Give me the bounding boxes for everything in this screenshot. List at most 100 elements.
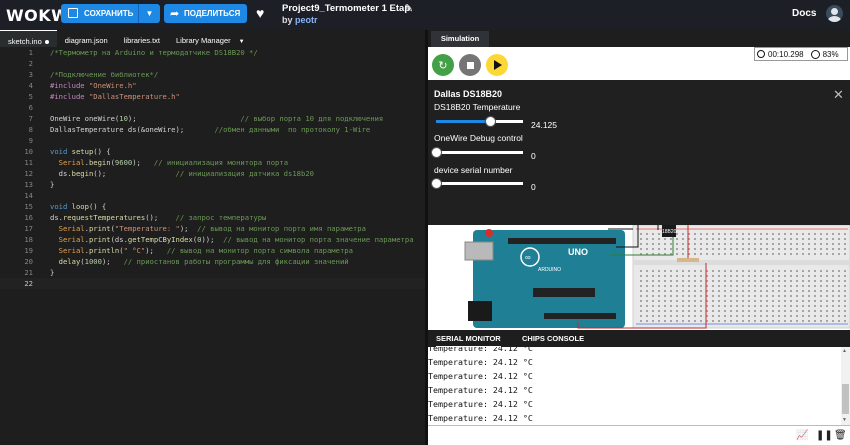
sim-timer: 00:10.298 83% bbox=[754, 47, 848, 61]
scroll-down-icon[interactable]: ▼ bbox=[842, 417, 847, 423]
avatar-head bbox=[831, 8, 838, 15]
code-line[interactable]: 17 Serial.print("Temperature: "); // выв… bbox=[0, 223, 425, 234]
temperature-slider[interactable] bbox=[436, 116, 523, 127]
slider-thumb[interactable] bbox=[431, 178, 442, 189]
code-line[interactable]: 15 void loop() { bbox=[0, 201, 425, 212]
code-area[interactable]: 1 /*Термометр на Arduino и термодатчике D… bbox=[0, 47, 425, 289]
code-line[interactable]: 9 bbox=[0, 135, 425, 146]
tab-simulation[interactable]: Simulation bbox=[431, 31, 489, 47]
like-heart-icon[interactable]: ♥ bbox=[256, 5, 264, 21]
code-line[interactable]: 12 ds.begin(); // инициализация датчика … bbox=[0, 168, 425, 179]
code-line[interactable]: 3 /*Подключение библиотек*/ bbox=[0, 69, 425, 80]
restart-button[interactable]: ↻ bbox=[432, 54, 454, 76]
code-line[interactable]: 11 Serial.begin(9600); // инициализация … bbox=[0, 157, 425, 168]
serial-number-slider[interactable] bbox=[431, 178, 523, 189]
serial-line: Temperature: 24.12 °C bbox=[428, 385, 533, 395]
code-line[interactable]: 8 DallasTemperature ds(&oneWire); //обмен… bbox=[0, 124, 425, 135]
code-line[interactable]: 20 delay(1000); // приостанов работы про… bbox=[0, 256, 425, 267]
line-number: 9 bbox=[28, 136, 33, 145]
play-button[interactable] bbox=[486, 54, 508, 76]
code-line[interactable]: 22 bbox=[0, 278, 425, 289]
analog-header bbox=[544, 313, 616, 319]
line-number: 6 bbox=[28, 103, 33, 112]
reset-button-icon[interactable] bbox=[485, 229, 493, 237]
line-number: 17 bbox=[24, 224, 33, 233]
board-model-label: UNO bbox=[568, 247, 588, 257]
line-text: } bbox=[50, 180, 55, 189]
save-button[interactable]: СОХРАНИТЬ ▼ bbox=[61, 4, 160, 23]
breadboard[interactable] bbox=[632, 225, 850, 329]
line-number: 18 bbox=[24, 235, 33, 244]
line-text: /*Подключение библиотек*/ bbox=[50, 70, 159, 79]
debug-control-slider[interactable] bbox=[431, 147, 523, 158]
code-line[interactable]: 4 #include "OneWire.h" bbox=[0, 80, 425, 91]
save-icon bbox=[68, 8, 78, 18]
slider-thumb[interactable] bbox=[431, 147, 442, 158]
edit-pencil-icon[interactable]: ✎ bbox=[404, 2, 413, 15]
line-text: /*Термометр на Arduino и термодатчике DS… bbox=[50, 48, 258, 57]
tab-sketch-ino[interactable]: sketch.ino bbox=[0, 30, 57, 47]
tab-chips-console[interactable]: CHIPS CONSOLE bbox=[522, 330, 584, 347]
docs-link[interactable]: Docs bbox=[792, 8, 816, 19]
code-line[interactable]: 13} bbox=[0, 179, 425, 190]
temperature-value: 24.125 bbox=[531, 120, 557, 130]
svg-text:∞: ∞ bbox=[525, 253, 531, 262]
by-prefix: by bbox=[282, 15, 293, 25]
line-number: 16 bbox=[24, 213, 33, 222]
line-number: 3 bbox=[28, 70, 33, 79]
code-line[interactable]: 2 bbox=[0, 58, 425, 69]
code-line[interactable]: 10 void setup() { bbox=[0, 146, 425, 157]
author-link[interactable]: peotr bbox=[295, 15, 318, 25]
line-number: 22 bbox=[24, 279, 33, 288]
monitor-tabs: SERIAL MONITOR CHIPS CONSOLE bbox=[428, 330, 850, 347]
line-text: #include "OneWire.h" bbox=[50, 81, 137, 90]
code-line[interactable]: 6 bbox=[0, 102, 425, 113]
code-line[interactable]: 16 ds.requestTemperatures(); // запрос те… bbox=[0, 212, 425, 223]
code-line[interactable]: 14 bbox=[0, 190, 425, 201]
save-dropdown-icon[interactable]: ▼ bbox=[139, 9, 160, 18]
code-line[interactable]: 19 Serial.println(" °C"); // вывод на мо… bbox=[0, 245, 425, 256]
circuit-canvas[interactable]: ∞ UNO ARDUINO 18B20 bbox=[428, 225, 850, 330]
plotter-chart-icon[interactable]: 📈 bbox=[796, 430, 808, 441]
tab-library-manager[interactable]: Library Manager ▼ bbox=[168, 30, 253, 47]
board-brand-label: ARDUINO bbox=[538, 267, 561, 273]
code-line[interactable]: 7 OneWire oneWire(10); // выбор порта 10 … bbox=[0, 113, 425, 124]
code-line[interactable]: 1 /*Термометр на Arduino и термодатчике D… bbox=[0, 47, 425, 58]
serial-monitor-output[interactable]: Temperature: 24.12 °C Temperature: 24.12 … bbox=[428, 347, 850, 425]
line-number: 10 bbox=[24, 147, 33, 156]
line-text: Serial.print(ds.getTempCByIndex(0)); // … bbox=[58, 235, 414, 244]
line-text: delay(1000); // приостанов работы програ… bbox=[58, 257, 349, 266]
slider-fill bbox=[436, 120, 490, 123]
stop-button[interactable] bbox=[459, 54, 481, 76]
tab-label: Library Manager bbox=[176, 36, 231, 45]
trash-icon[interactable]: 🗑 bbox=[834, 430, 847, 441]
scroll-up-icon[interactable]: ▲ bbox=[842, 348, 847, 354]
slider-thumb[interactable] bbox=[484, 116, 496, 127]
code-line[interactable]: 21} bbox=[0, 267, 425, 278]
line-text: void setup() { bbox=[50, 147, 111, 156]
share-button[interactable]: ➦ ПОДЕЛИТЬСЯ bbox=[164, 4, 247, 23]
timer-value: 00:10.298 bbox=[768, 49, 804, 59]
chevron-down-icon[interactable]: ▼ bbox=[239, 39, 245, 45]
tab-serial-monitor[interactable]: SERIAL MONITOR bbox=[436, 330, 501, 347]
tab-diagram-json[interactable]: diagram.json bbox=[57, 30, 116, 47]
code-line[interactable]: 5 #include "DallasTemperature.h" bbox=[0, 91, 425, 102]
pullup-resistor[interactable] bbox=[677, 258, 699, 262]
line-number: 20 bbox=[24, 257, 33, 266]
pause-icon[interactable]: ❚❚ bbox=[816, 430, 833, 441]
digital-header bbox=[508, 238, 616, 244]
debug-control-value: 0 bbox=[531, 151, 536, 161]
user-avatar[interactable] bbox=[826, 5, 843, 22]
line-number: 11 bbox=[24, 158, 33, 167]
scrollbar-thumb[interactable] bbox=[842, 384, 849, 414]
project-title[interactable]: Project9_Termometer 1 Etap bbox=[282, 3, 410, 14]
line-text: Serial.begin(9600); // инициализация мон… bbox=[58, 158, 289, 167]
serial-scrollbar[interactable]: ▲ ▼ bbox=[841, 347, 850, 425]
close-icon[interactable]: ✕ bbox=[833, 87, 844, 103]
line-number: 1 bbox=[28, 48, 33, 57]
code-line[interactable]: 18 Serial.print(ds.getTempCByIndex(0)); … bbox=[0, 234, 425, 245]
tab-libraries-txt[interactable]: libraries.txt bbox=[116, 30, 168, 47]
serial-line: Temperature: 24.12 °C bbox=[428, 371, 533, 381]
arduino-uno[interactable]: ∞ UNO ARDUINO bbox=[464, 229, 625, 328]
serial-number-label: device serial number bbox=[434, 165, 513, 175]
